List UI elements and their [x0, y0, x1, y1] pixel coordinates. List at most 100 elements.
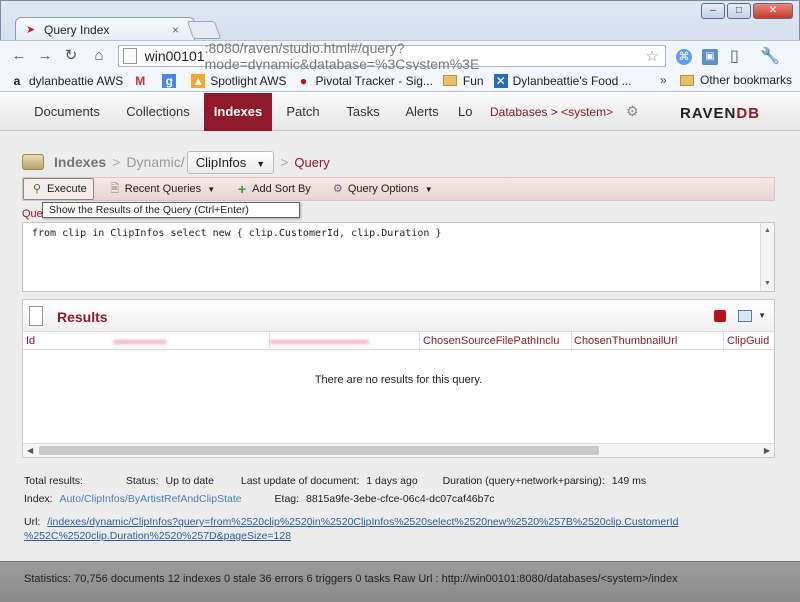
nav-collections[interactable]: Collections [112, 93, 204, 131]
breadcrumb-separator: > [280, 154, 289, 170]
chevron-down-icon: ▼ [256, 158, 266, 169]
bookmark-label: dylanbeattie AWS [29, 73, 124, 88]
tab-close-icon[interactable]: × [172, 23, 186, 37]
duration-label: Duration (query+network+parsing): [442, 475, 605, 487]
query-url-link[interactable]: /indexes/dynamic/ClipInfos?query=from%25… [47, 516, 678, 528]
last-update-label: Last update of document: [240, 475, 360, 487]
etag-value: 8815a9fe-3ebe-cfce-06c4-dc07caf46b7c [306, 493, 495, 505]
status-label: Status: [125, 475, 159, 487]
close-window-button[interactable]: ✕ [753, 3, 793, 19]
chevron-down-icon[interactable]: ▼ [758, 311, 766, 320]
bookmark-item[interactable]: ▲ Spotlight AWS [191, 73, 287, 88]
maximize-button[interactable]: □ [727, 3, 751, 19]
add-sort-by-label: Add Sort By [252, 183, 311, 195]
extension-page-icon[interactable]: ▯ [730, 46, 746, 66]
nav-tasks[interactable]: Tasks [336, 93, 390, 131]
new-tab-button[interactable] [186, 21, 222, 39]
wrench-icon[interactable]: 🔧 [760, 46, 780, 66]
results-horizontal-scrollbar[interactable]: ◀ ▶ [23, 443, 774, 457]
breadcrumb-separator: > [112, 154, 121, 170]
url-info-row-2: %252C%2520clip.Duration%2520%257D&pageSi… [24, 530, 291, 542]
forward-icon[interactable]: → [36, 47, 54, 65]
reload-icon[interactable]: ↻ [62, 47, 80, 65]
logo-text-raven: RAVEN [680, 105, 737, 122]
bookmarks-overflow-button[interactable]: » [660, 73, 667, 87]
column-header-chosenthumbnailurl[interactable]: ChosenThumbnailUrl [574, 335, 677, 347]
other-bookmarks[interactable]: Other bookmarks [680, 73, 792, 87]
home-icon[interactable]: ⌂ [90, 47, 108, 65]
execute-tooltip: Show the Results of the Query (Ctrl+Ente… [42, 202, 300, 218]
column-header-clipguid[interactable]: ClipGuid [727, 335, 769, 347]
query-options-label: Query Options [347, 183, 419, 195]
bookmark-star-icon[interactable]: ☆ [646, 47, 659, 65]
column-header-chosensourcefilepath[interactable]: ChosenSourceFilePathInclu [423, 335, 559, 347]
execute-button[interactable]: ⚲ Execute [23, 178, 94, 200]
current-database[interactable]: <system> [561, 105, 613, 119]
query-editor[interactable]: from clip in ClipInfos select new { clip… [22, 222, 775, 292]
nav-indexes[interactable]: Indexes [204, 93, 272, 131]
scrollbar-thumb[interactable] [39, 446, 599, 455]
results-panel: Results ▼ Id ChosenSourceFilePathInclu C… [22, 299, 775, 458]
total-results-label: Total results: [24, 475, 83, 487]
query-options-button[interactable]: ⚙ Query Options ▼ [325, 178, 439, 200]
bookmark-item[interactable]: ● Pivotal Tracker - Sig... [297, 74, 433, 88]
database-selector[interactable]: Databases > <system> [490, 105, 613, 119]
bookmark-item[interactable]: ✕ Dylanbeattie's Food ... [493, 73, 632, 88]
browser-tab[interactable]: ➤ Query Index × [15, 17, 195, 41]
scroll-down-icon[interactable]: ▼ [764, 280, 771, 287]
minimize-button[interactable]: – [701, 3, 725, 19]
query-stats-row: Total results: Status: Up to date Last u… [24, 475, 646, 487]
execute-icon: ⚲ [32, 183, 42, 195]
databases-link[interactable]: Databases > [490, 105, 558, 119]
bookmark-item[interactable]: M [133, 74, 152, 88]
scroll-right-icon[interactable]: ▶ [764, 446, 770, 455]
query-toolbar: ⚲ Execute 🗎 Recent Queries ▼ + Add Sort … [22, 177, 775, 201]
nav-logs[interactable]: Lo [458, 93, 482, 131]
nav-alerts[interactable]: Alerts [396, 93, 448, 131]
column-header-id[interactable]: Id [26, 335, 35, 347]
extension-b-icon[interactable]: ▣ [702, 49, 718, 65]
bookmarks-bar: a dylanbeattie AWS M g ▲ Spotlight AWS ●… [0, 70, 800, 92]
column-divider [723, 332, 724, 350]
editor-scrollbar[interactable]: ▲ ▼ [760, 223, 774, 291]
address-bar[interactable]: win00101 :8080/raven/studio.html#/query?… [118, 40, 666, 72]
collection-dropdown[interactable]: ClipInfos ▼ [186, 150, 275, 174]
back-icon[interactable]: ← [10, 47, 28, 65]
statistics-text: Statistics: 70,756 documents 12 indexes … [24, 573, 678, 585]
index-link[interactable]: Auto/ClipInfos/ByArtistRefAndClipState [60, 493, 242, 505]
extension-globe-icon[interactable]: ⌘ [676, 49, 692, 65]
chevron-down-icon: ▼ [207, 184, 216, 194]
raven-favicon-icon: ➤ [26, 23, 36, 36]
recent-queries-label: Recent Queries [124, 183, 202, 195]
nav-patch[interactable]: Patch [276, 93, 330, 131]
bookmark-item[interactable]: Fun [442, 74, 484, 88]
collection-dropdown-value: ClipInfos [195, 154, 247, 170]
nav-documents[interactable]: Documents [22, 93, 112, 131]
breadcrumb-dynamic[interactable]: Dynamic/ [126, 154, 184, 170]
bookmark-label: Spotlight AWS [210, 73, 287, 88]
results-title: Results [57, 309, 108, 325]
url-path: :8080/raven/studio.html#/query?mode=dyna… [204, 40, 480, 72]
delete-results-icon[interactable] [714, 310, 726, 322]
bookmark-item[interactable]: g [162, 73, 181, 88]
recent-queries-icon: 🗎 [110, 183, 120, 195]
bookmark-label: Dylanbeattie's Food ... [512, 73, 632, 88]
view-options-icon[interactable] [738, 310, 752, 322]
folder-icon [680, 74, 694, 86]
query-url-link-continued[interactable]: %252C%2520clip.Duration%2520%257D&pageSi… [24, 530, 291, 542]
breadcrumb-indexes[interactable]: Indexes [54, 154, 106, 170]
gear-icon[interactable]: ⚙ [626, 103, 639, 120]
scroll-up-icon[interactable]: ▲ [764, 227, 771, 234]
options-icon: ⚙ [332, 183, 343, 195]
query-text[interactable]: from clip in ClipInfos select new { clip… [23, 223, 774, 244]
bookmark-item[interactable]: a dylanbeattie AWS [10, 73, 124, 88]
box-icon: ▲ [191, 73, 206, 88]
amazon-icon: a [13, 73, 21, 88]
browser-toolbar: ← → ↻ ⌂ win00101 :8080/raven/studio.html… [0, 40, 800, 72]
add-sort-by-button[interactable]: + Add Sort By [229, 178, 317, 200]
logo-text-db: DB [736, 105, 761, 122]
folder-icon [442, 75, 457, 86]
scroll-left-icon[interactable]: ◀ [27, 446, 33, 455]
bookmark-label: Pivotal Tracker - Sig... [315, 73, 433, 88]
recent-queries-button[interactable]: 🗎 Recent Queries ▼ [102, 178, 221, 200]
